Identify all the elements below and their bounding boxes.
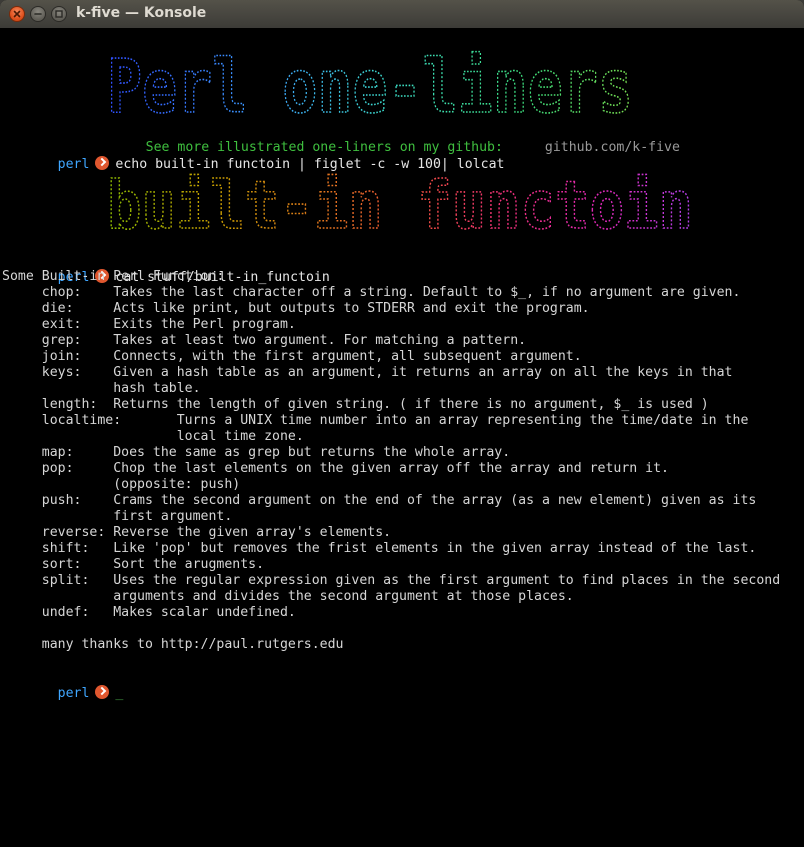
banner-title-text: Perl one-liners [107,46,633,128]
output-line: local time zone. [10,429,304,444]
maximize-icon [55,10,63,18]
figlet-output: built-in functoin [106,166,694,238]
output-line: exit: Exits the Perl program. [10,317,296,332]
prompt-2: perl cat stuff/built-in_functoin [10,253,330,285]
figlet-text: built-in functoin [107,167,693,238]
output-line: hash table. [10,381,201,396]
output-line: grep: Takes at least two argument. For m… [10,333,527,348]
output-line: many thanks to http://paul.rutgers.edu [10,637,344,652]
prompt-label: perl [57,686,90,701]
prompt-3: perl _ [10,669,123,701]
output-line: chop: Takes the last character off a str… [10,285,741,300]
output-line: pop: Chop the last elements on the given… [10,461,669,476]
output-line: sort: Sort the arugments. [10,557,265,572]
prompt-label: perl [57,157,90,172]
minimize-icon [34,13,42,15]
close-button[interactable] [9,6,25,22]
output-line: undef: Makes scalar undefined. [10,605,296,620]
minimize-button[interactable] [30,6,46,22]
output-line: die: Acts like print, but outputs to STD… [10,301,590,316]
prompt-1: perl echo built-in functoin | figlet -c -… [10,140,504,172]
terminal-cursor[interactable]: _ [115,686,123,701]
konsole-window: k-five — Konsole Perl one-liners See mor… [0,0,804,847]
close-icon [13,10,21,18]
output-line: length: Returns the length of given stri… [10,397,709,412]
output-line: keys: Given a hash table as an argument,… [10,365,733,380]
output-line: arguments and divides the second argumen… [10,589,574,604]
terminal-area[interactable]: Perl one-liners See more illustrated one… [0,28,804,847]
output-line: split: Uses the regular expression given… [10,573,781,588]
output-line: first argument. [10,509,233,524]
output-line: reverse: Reverse the given array's eleme… [10,525,392,540]
output-line: push: Crams the second argument on the e… [10,493,757,508]
perl-one-liners-banner: Perl one-liners [106,46,634,128]
title-bar: k-five — Konsole [0,0,804,29]
output-line: (opposite: push) [10,477,241,492]
github-note-line: See more illustrated one-liners on my gi… [98,124,680,155]
window-title: k-five — Konsole [76,5,207,21]
output-header: Some Built-in Perl Function: [2,269,225,284]
output-line: join: Connects, with the first argument,… [10,349,582,364]
github-url[interactable]: github.com/k-five [503,140,680,155]
output-line: localtime: Turns a UNIX time number into… [10,413,749,428]
prompt-arrow-icon [95,685,110,699]
output-line: map: Does the same as grep but returns t… [10,445,511,460]
maximize-button[interactable] [51,6,67,22]
output-line: shift: Like 'pop' but removes the frist … [10,541,757,556]
